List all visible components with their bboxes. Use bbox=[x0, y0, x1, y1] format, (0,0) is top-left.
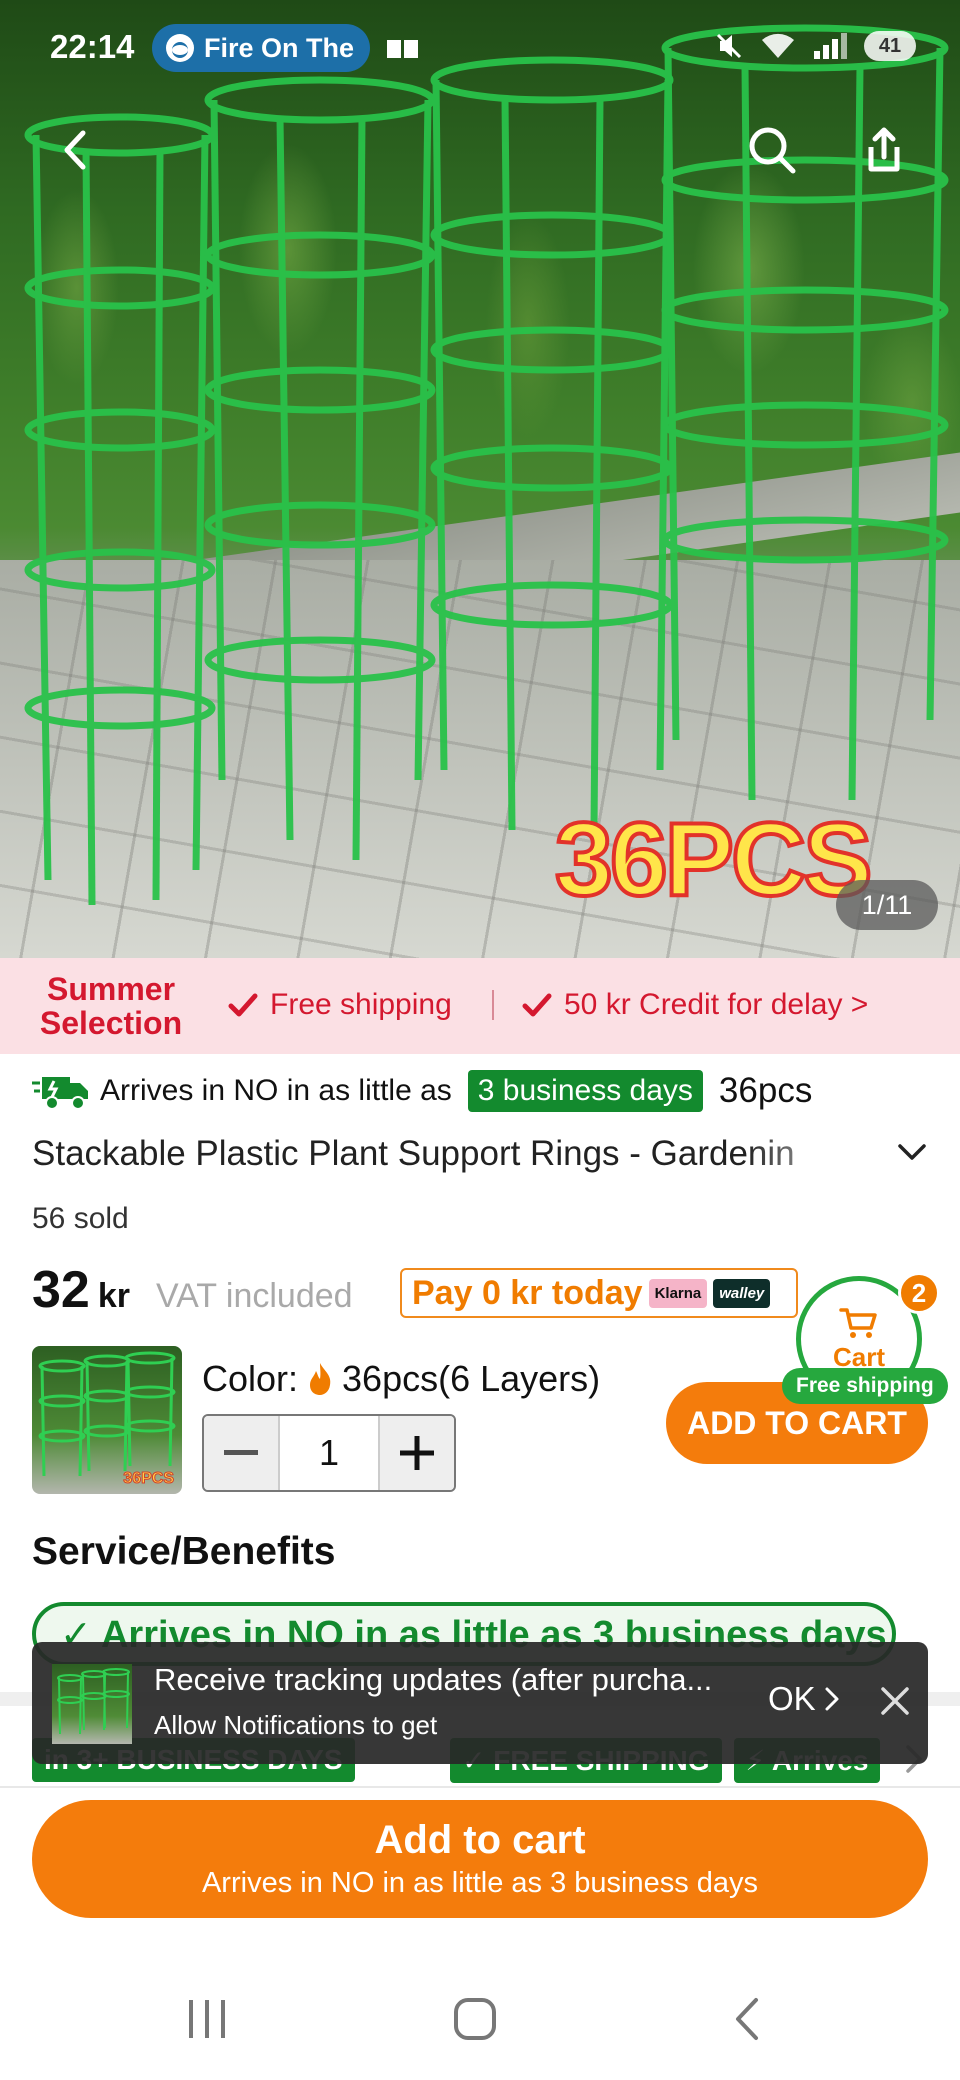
hero-overlay-text: 36PCS bbox=[553, 802, 875, 918]
quantity-stepper[interactable]: 1 bbox=[202, 1414, 456, 1492]
add-to-cart-main-label: Add to cart bbox=[374, 1818, 586, 1862]
mute-icon bbox=[716, 33, 742, 59]
home-icon[interactable] bbox=[452, 1996, 498, 2042]
add-to-cart-main-sublabel: Arrives in NO in as little as 3 business… bbox=[201, 1867, 759, 1899]
promo-strip[interactable]: Summer Selection Free shipping 50 kr Cre… bbox=[0, 958, 960, 1054]
toast-title: Receive tracking updates (after purcha..… bbox=[154, 1662, 713, 1697]
back-icon bbox=[64, 130, 86, 170]
delivery-truck-icon bbox=[32, 1077, 88, 1110]
quantity-value[interactable]: 1 bbox=[278, 1416, 380, 1490]
chevron-right-icon bbox=[825, 1687, 839, 1711]
status-icons: 41 bbox=[714, 30, 916, 62]
close-icon[interactable] bbox=[878, 1684, 912, 1718]
thumbnail-overlay-text: 36PCS bbox=[123, 1470, 175, 1488]
cart-button[interactable]: Cart 2 Free shipping bbox=[782, 1272, 960, 1424]
credit-for-delay-label: 50 kr Credit for delay > bbox=[564, 988, 869, 1021]
color-selection[interactable]: Color: 36pcs(6 Layers) bbox=[202, 1358, 600, 1400]
product-title-start: 36pcs bbox=[718, 1071, 813, 1110]
variant-thumbnail[interactable]: 36PCS bbox=[32, 1346, 182, 1494]
product-title[interactable]: Stackable Plastic Plant Support Rings - … bbox=[32, 1134, 872, 1174]
status-time: 22:14 bbox=[50, 28, 135, 65]
flame-icon bbox=[310, 1363, 331, 1395]
color-value: 36pcs(6 Layers) bbox=[342, 1358, 601, 1399]
toast-ok-button[interactable]: OK bbox=[768, 1680, 840, 1718]
check-icon bbox=[228, 993, 258, 1017]
battery-indicator: 41 bbox=[864, 31, 916, 61]
search-button[interactable] bbox=[740, 118, 804, 182]
toast-ok-label: OK bbox=[768, 1680, 816, 1717]
cage-1 bbox=[24, 113, 216, 906]
search-icon bbox=[749, 127, 796, 174]
vat-note: VAT included bbox=[155, 1277, 353, 1315]
recent-apps-icon[interactable] bbox=[184, 1996, 230, 2042]
cart-icon bbox=[839, 1307, 877, 1338]
arrival-estimate: Arrives in NO in as little as 3 business… bbox=[32, 1070, 812, 1112]
summer-selection-badge: Summer Selection bbox=[39, 971, 183, 1041]
system-back-icon[interactable] bbox=[726, 1996, 772, 2042]
price: 32 kr VAT included bbox=[32, 1260, 353, 1320]
pay-later-label: Pay 0 kr today bbox=[412, 1273, 643, 1312]
media-chip[interactable]: Fire On The bbox=[152, 24, 370, 72]
notification-toast[interactable]: Receive tracking updates (after purcha..… bbox=[32, 1642, 928, 1764]
decrease-quantity-button[interactable] bbox=[204, 1416, 278, 1490]
signal-icon bbox=[814, 33, 847, 59]
color-label: Color: bbox=[202, 1358, 299, 1399]
promo-divider bbox=[492, 990, 494, 1020]
business-days-badge: 3 business days bbox=[467, 1070, 703, 1112]
back-button[interactable] bbox=[44, 118, 108, 182]
product-image[interactable]: 36PCS 1/11 bbox=[0, 0, 960, 958]
share-button[interactable] bbox=[852, 118, 916, 182]
toast-thumbnail bbox=[52, 1664, 132, 1744]
arrival-prefix: Arrives in NO in as little as bbox=[100, 1074, 452, 1107]
klarna-logo: Klarna bbox=[648, 1278, 708, 1308]
pay-later-banner[interactable]: Pay 0 kr today Klarna walley bbox=[400, 1268, 798, 1318]
credit-for-delay-link[interactable]: 50 kr Credit for delay > bbox=[522, 988, 868, 1022]
cage-2 bbox=[204, 76, 436, 861]
cage-3 bbox=[430, 56, 674, 831]
toast-thumbnail-cages bbox=[57, 1668, 130, 1735]
cart-count-badge: 2 bbox=[898, 1272, 940, 1314]
bottom-divider bbox=[0, 1786, 960, 1788]
walley-logo: walley bbox=[713, 1278, 771, 1308]
sold-count: 56 sold bbox=[32, 1202, 129, 1235]
price-currency: kr bbox=[97, 1277, 130, 1315]
check-icon bbox=[522, 993, 552, 1017]
minus-icon bbox=[224, 1450, 258, 1455]
free-shipping-benefit: Free shipping bbox=[228, 988, 452, 1022]
add-to-cart-main-button[interactable]: Add to cart Arrives in NO in as little a… bbox=[32, 1800, 928, 1918]
wifi-icon bbox=[762, 33, 794, 58]
image-counter: 1/11 bbox=[836, 880, 938, 930]
media-chip-label: Fire On The bbox=[204, 32, 355, 63]
service-benefits-heading: Service/Benefits bbox=[32, 1530, 336, 1573]
toast-subtitle: Allow Notifications to get bbox=[154, 1710, 438, 1740]
status-bar: 22:14 Fire On The 41 bbox=[0, 0, 960, 96]
cast-icon bbox=[387, 40, 418, 58]
plus-icon bbox=[400, 1436, 434, 1470]
free-shipping-label: Free shipping bbox=[270, 988, 452, 1021]
price-number: 32 bbox=[32, 1261, 90, 1319]
chevron-down-icon[interactable] bbox=[892, 1138, 932, 1168]
share-icon bbox=[868, 127, 900, 172]
increase-quantity-button[interactable] bbox=[380, 1416, 454, 1490]
system-navigation-bar bbox=[0, 1960, 960, 2080]
spotify-icon bbox=[166, 34, 194, 62]
cart-free-shipping-badge: Free shipping bbox=[782, 1368, 948, 1404]
